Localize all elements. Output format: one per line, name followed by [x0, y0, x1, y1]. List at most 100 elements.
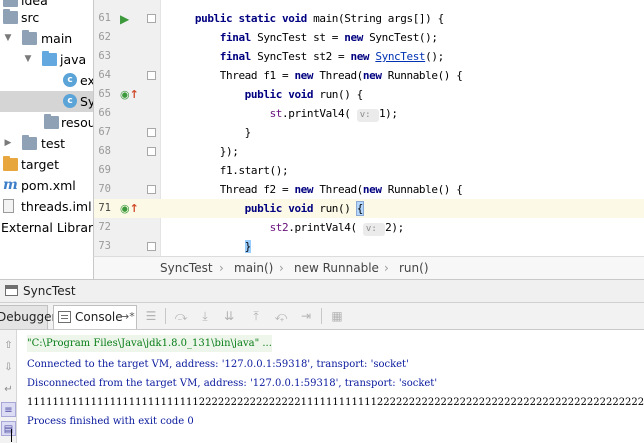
step-over-icon[interactable]: ⤼: [172, 306, 190, 326]
run-window-tabs: Debugger Console →*: [0, 303, 644, 330]
fold-marker-icon[interactable]: [147, 147, 156, 156]
line-number[interactable]: 73: [94, 237, 111, 256]
code-text: final SyncTest st2 = new SyncTest();: [219, 50, 444, 63]
breadcrumb-item-method[interactable]: main(): [234, 257, 273, 279]
soft-wrap-icon[interactable]: ↵: [1, 382, 16, 397]
chevron-right-icon[interactable]: ▶: [3, 133, 13, 154]
implements-method-icon[interactable]: ◉↑: [120, 202, 139, 216]
tree-item-src[interactable]: ▼src: [0, 7, 93, 28]
line-number[interactable]: 62: [94, 28, 111, 47]
force-step-into-icon[interactable]: ⇊: [220, 306, 238, 326]
console-output[interactable]: "C:\Program Files\Java\jdk1.8.0_131\bin\…: [17, 330, 644, 443]
code-line[interactable]: 67 }: [94, 123, 644, 142]
drop-frame-icon[interactable]: ⤽: [272, 306, 290, 326]
console-caret: [11, 429, 12, 442]
run-icon[interactable]: ▶: [120, 12, 134, 26]
tree-item-label: src: [21, 10, 40, 25]
code-line[interactable]: 63 final SyncTest st2 = new SyncTest();: [94, 47, 644, 66]
tree-item-java[interactable]: ▼ java: [0, 49, 93, 70]
code-line[interactable]: 62 final SyncTest st = new SyncTest();: [94, 28, 644, 47]
tree-item-pom-xml[interactable]: m pom.xml: [0, 175, 93, 196]
tree-item-ex[interactable]: c ex: [0, 70, 93, 91]
up-arrow-icon[interactable]: ⇧: [1, 338, 16, 353]
line-number[interactable]: 72: [94, 218, 111, 237]
code-text: }: [244, 240, 251, 253]
fold-marker-icon[interactable]: [147, 185, 156, 194]
code-text: st2.printVal4( v: 2);: [269, 221, 404, 236]
code-line[interactable]: 69 f1.start();: [94, 161, 644, 180]
code-line[interactable]: 64 Thread f1 = new Thread(new Runnable()…: [94, 66, 644, 85]
step-out-icon[interactable]: ⤒: [247, 306, 265, 326]
implements-method-icon[interactable]: ◉↑: [120, 88, 139, 102]
fold-marker-icon[interactable]: [147, 71, 156, 80]
breadcrumb-separator: ›: [384, 261, 389, 275]
code-line[interactable]: 61 ▶ public static void main(String args[…: [94, 9, 644, 28]
breadcrumb-separator: ›: [279, 261, 284, 275]
console-program-output: 1111111111111111111111111112222222222222…: [27, 397, 644, 408]
code-line[interactable]: 66 st.printVal4( v: 1);: [94, 104, 644, 123]
tree-item-external-librarie[interactable]: External Librarie: [0, 217, 93, 238]
fold-marker-icon[interactable]: [147, 242, 156, 251]
line-number[interactable]: 65: [94, 85, 111, 104]
code-line[interactable]: 72 st2.printVal4( v: 2);: [94, 218, 644, 237]
class-icon: c: [63, 94, 77, 108]
tab-console-label: Console: [75, 310, 123, 324]
line-number[interactable]: 67: [94, 123, 111, 142]
toolbar-separator: [165, 308, 166, 324]
tree-item-label: test: [41, 136, 66, 151]
line-number[interactable]: 71: [94, 199, 111, 218]
evaluate-expression-icon[interactable]: ▦: [328, 306, 346, 326]
resources-folder-icon: [44, 114, 59, 129]
show-execution-point-icon[interactable]: ☰: [142, 306, 160, 326]
line-number[interactable]: 69: [94, 161, 111, 180]
run-to-cursor-icon[interactable]: ⇥: [297, 306, 315, 326]
tree-item-sy[interactable]: c Sy: [0, 91, 93, 112]
source-folder-icon: [42, 51, 57, 66]
tree-item-target[interactable]: target: [0, 154, 93, 175]
code-line[interactable]: 68 });: [94, 142, 644, 161]
code-text: final SyncTest st = new SyncTest();: [219, 31, 438, 44]
breadcrumb-item-class[interactable]: SyncTest: [160, 257, 213, 279]
tree-item-threads-iml[interactable]: threads.iml: [0, 196, 93, 217]
print-icon[interactable]: ▤: [1, 421, 16, 436]
pin-icon[interactable]: →*: [120, 306, 135, 328]
line-number[interactable]: 68: [94, 142, 111, 161]
code-line[interactable]: 73 }: [94, 237, 644, 256]
scroll-to-end-icon[interactable]: ≡: [1, 402, 16, 417]
tree-item-main[interactable]: ▼ main: [0, 28, 93, 49]
tree-item-resou[interactable]: resou: [0, 112, 93, 133]
line-number[interactable]: 63: [94, 47, 111, 66]
code-text: public static void main(String args[]) {: [194, 12, 444, 25]
fold-marker-icon[interactable]: [147, 128, 156, 137]
line-number[interactable]: 66: [94, 104, 111, 123]
breadcrumb-item-anonymous[interactable]: new Runnable: [294, 257, 379, 279]
class-icon: c: [63, 73, 77, 87]
folder-icon: [3, 9, 18, 24]
tab-debugger[interactable]: Debugger: [0, 305, 56, 329]
chevron-down-icon[interactable]: ▼: [3, 28, 13, 49]
console-disconnected-line: Disconnected from the target VM, address…: [27, 378, 438, 389]
code-editor[interactable]: 61 ▶ public static void main(String args[…: [93, 0, 644, 256]
tab-console[interactable]: Console →*: [53, 305, 137, 329]
run-window-header: SyncTest: [0, 280, 644, 303]
code-text: Thread f2 = new Thread(new Runnable() {: [170, 183, 463, 196]
down-arrow-icon[interactable]: ⇩: [1, 360, 16, 375]
code-text: });: [170, 145, 239, 158]
tree-item-label: threads.iml: [21, 199, 92, 214]
line-number[interactable]: 61: [94, 9, 111, 28]
code-line[interactable]: 65 ◉↑ public void run() {: [94, 85, 644, 104]
step-into-icon[interactable]: ⤓: [196, 306, 214, 326]
code-line[interactable]: 71 ◉↑ public void run() {: [94, 199, 644, 218]
line-number[interactable]: 70: [94, 180, 111, 199]
code-text: public void run() {: [244, 201, 364, 216]
tree-item-label: resou: [61, 115, 93, 130]
console-command-line: "C:\Program Files\Java\jdk1.8.0_131\bin\…: [27, 335, 272, 352]
fold-marker-icon[interactable]: [147, 14, 156, 23]
breadcrumb-item-run[interactable]: run(): [399, 257, 429, 279]
chevron-down-icon[interactable]: ▼: [23, 49, 33, 70]
run-window-title[interactable]: SyncTest: [23, 280, 76, 303]
maven-icon: m: [3, 177, 18, 193]
line-number[interactable]: 64: [94, 66, 111, 85]
tree-item-test[interactable]: ▶ test: [0, 133, 93, 154]
code-line[interactable]: 70 Thread f2 = new Thread(new Runnable()…: [94, 180, 644, 199]
